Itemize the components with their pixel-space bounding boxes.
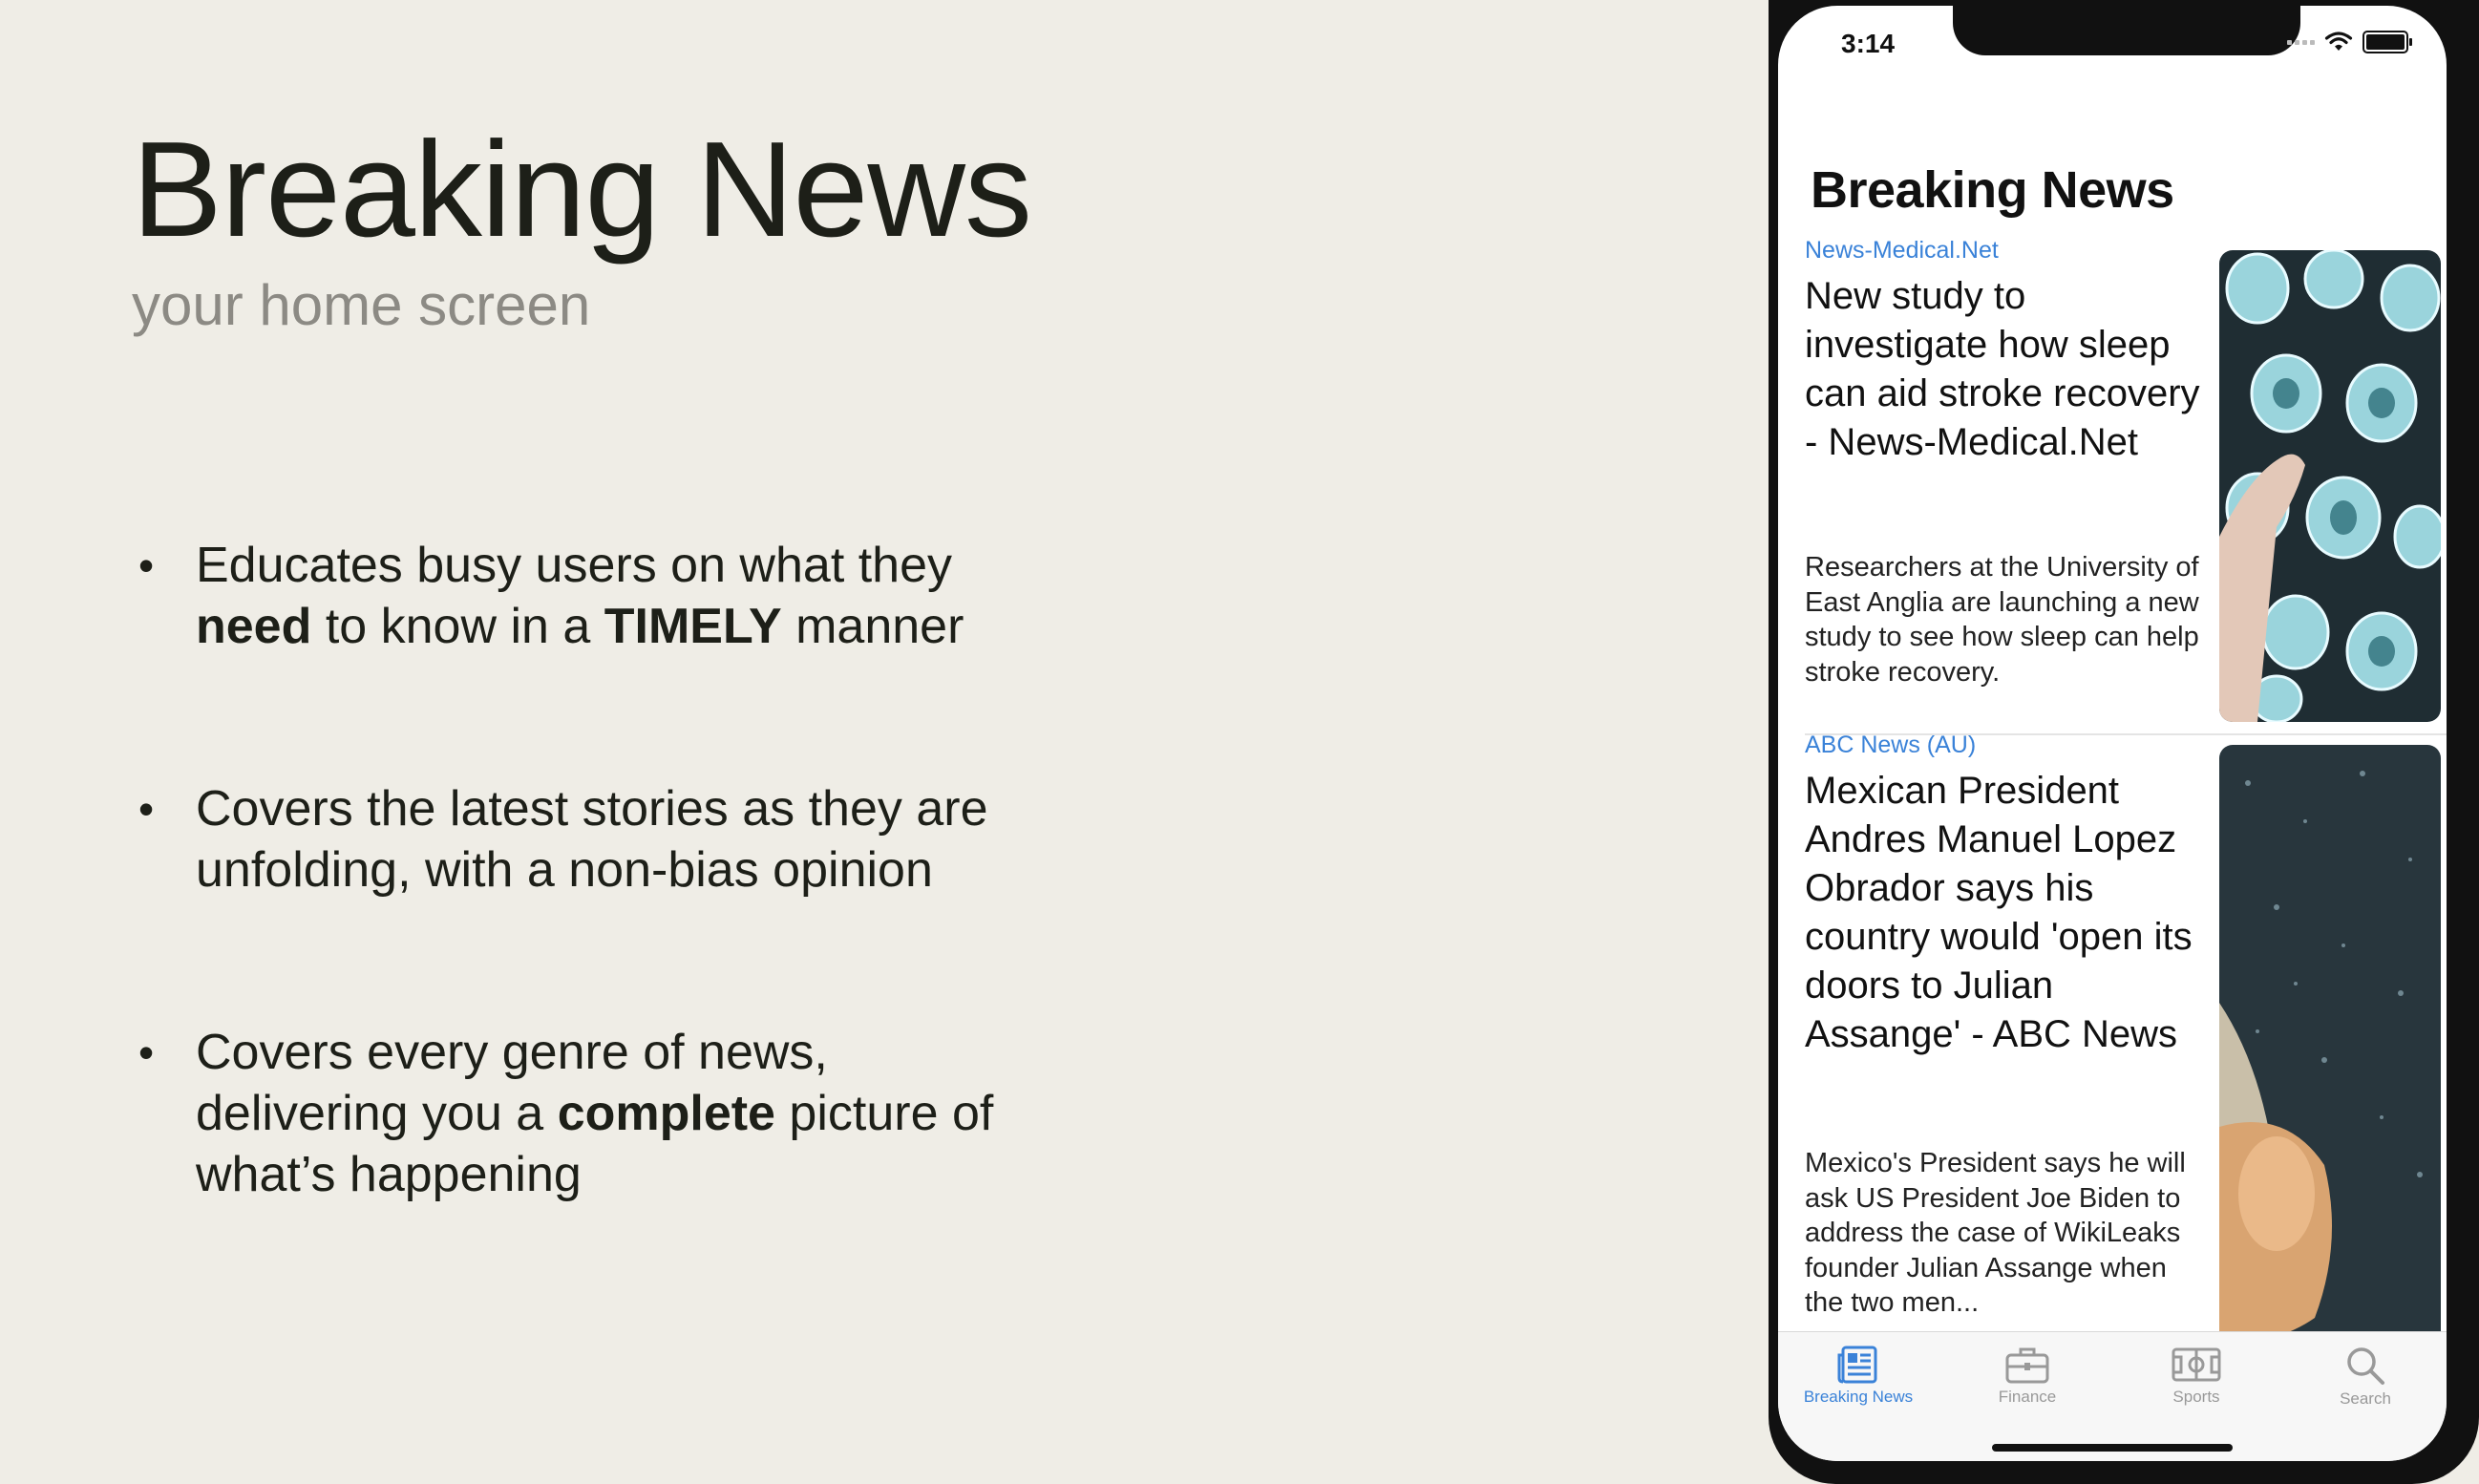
tab-bar: Breaking News Finance Sports Search <box>1778 1331 2447 1461</box>
portrait-image <box>2219 745 2441 1345</box>
battery-icon <box>2362 31 2412 53</box>
tab-label: Finance <box>1998 1388 2057 1406</box>
tab-label: Breaking News <box>1803 1388 1914 1406</box>
article-description: Mexico's President says he will ask US P… <box>1805 1148 2186 1318</box>
tab-search[interactable]: Search <box>2299 1346 2432 1409</box>
article-card[interactable]: News-Medical.Net New study to investigat… <box>1805 237 2447 733</box>
article-source[interactable]: ABC News (AU) <box>1805 731 2206 759</box>
tab-label: Search <box>2340 1389 2391 1408</box>
article-card[interactable]: ABC News (AU) Mexican President Andres M… <box>1805 731 2447 1345</box>
article-description: Researchers at the University of East An… <box>1805 552 2199 688</box>
bullet-text: Educates busy users on what they need to … <box>196 538 964 654</box>
brain-scan-image <box>2219 250 2441 722</box>
phone-frame: 3:14 Breaking News News-Medical.Net New … <box>1769 0 2479 1484</box>
tab-finance[interactable]: Finance <box>1960 1346 2094 1407</box>
tab-label: Sports <box>2172 1388 2220 1406</box>
tab-sports[interactable]: Sports <box>2129 1346 2263 1407</box>
article-source[interactable]: News-Medical.Net <box>1805 237 2206 265</box>
status-icons <box>2287 31 2412 53</box>
phone-screen: 3:14 Breaking News News-Medical.Net New … <box>1778 6 2447 1461</box>
bullet-item: • Covers every genre of news, delivering … <box>138 1022 993 1205</box>
status-time: 3:14 <box>1841 29 1896 58</box>
search-icon <box>2347 1347 2384 1385</box>
slide-subtitle: your home screen <box>132 273 591 337</box>
signal-icon <box>2287 39 2315 45</box>
article-text: ABC News (AU) Mexican President Andres M… <box>1805 731 2206 1059</box>
bullet-dot: • <box>138 541 155 590</box>
newspaper-icon <box>1837 1346 1877 1384</box>
bullet-text: Covers the latest stories as they are unf… <box>196 781 988 898</box>
slide-panel: Breaking News your home screen • Educate… <box>0 0 1767 1484</box>
field-icon <box>2172 1347 2221 1382</box>
tab-breaking-news[interactable]: Breaking News <box>1791 1346 1925 1407</box>
bullet-text: Covers every genre of news, delivering yo… <box>196 1025 994 1202</box>
briefcase-icon <box>2005 1347 2049 1384</box>
article-thumbnail[interactable] <box>2219 745 2441 1345</box>
phone-notch <box>1953 6 2300 55</box>
slide-title: Breaking News <box>132 114 1032 265</box>
home-indicator[interactable] <box>1992 1444 2233 1452</box>
wifi-icon <box>2324 32 2353 51</box>
article-headline[interactable]: Mexican President Andres Manuel Lopez Ob… <box>1805 767 2206 1059</box>
article-text: News-Medical.Net New study to investigat… <box>1805 237 2206 467</box>
bullet-dot: • <box>138 784 155 834</box>
article-thumbnail[interactable] <box>2219 250 2441 722</box>
bullet-item: • Covers the latest stories as they are u… <box>138 778 988 901</box>
app-title: Breaking News <box>1811 161 2174 219</box>
bullet-item: • Educates busy users on what they need t… <box>138 535 964 657</box>
bullet-dot: • <box>138 1028 155 1077</box>
article-headline[interactable]: New study to investigate how sleep can a… <box>1805 272 2206 467</box>
